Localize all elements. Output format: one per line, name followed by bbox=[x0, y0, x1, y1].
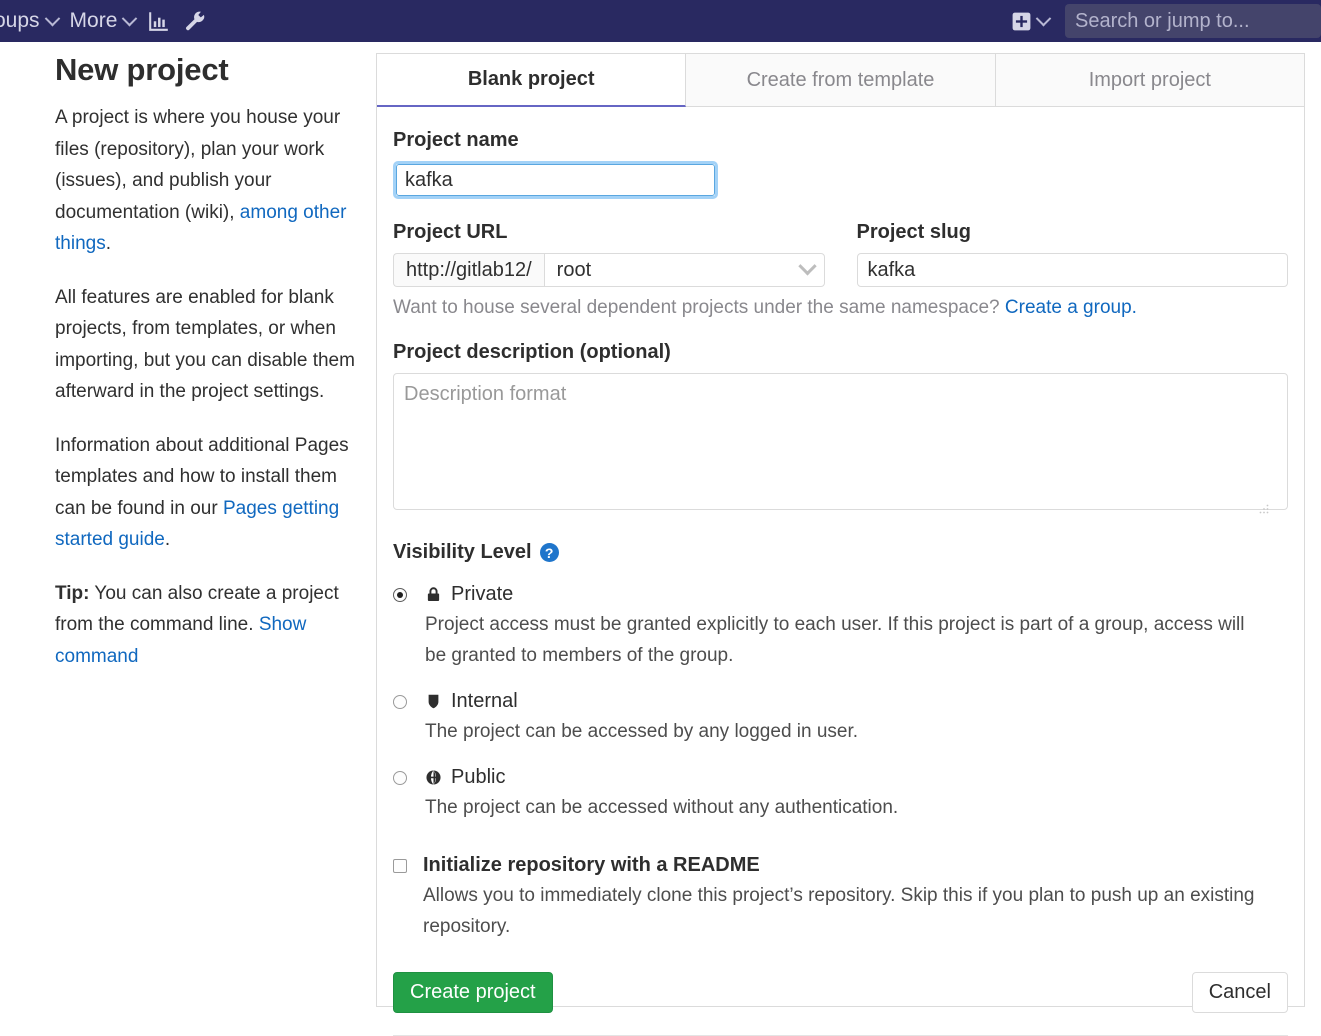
visibility-option-private[interactable]: Private Project access must be granted e… bbox=[393, 580, 1288, 671]
create-project-button[interactable]: Create project bbox=[393, 972, 553, 1013]
initialize-readme-checkbox[interactable] bbox=[393, 859, 407, 873]
project-slug-input[interactable] bbox=[856, 253, 1288, 287]
form-actions: Create project Cancel bbox=[393, 972, 1288, 1036]
shield-icon bbox=[425, 693, 442, 710]
tab-create-from-template[interactable]: Create from template bbox=[686, 54, 996, 106]
intro-paragraph-3-suffix: . bbox=[164, 529, 171, 550]
namespace-hint-text: Want to house several dependent projects… bbox=[393, 297, 1005, 318]
visibility-option-internal[interactable]: Internal The project can be accessed by … bbox=[393, 687, 1288, 747]
navbar-right-group bbox=[1006, 0, 1321, 42]
visibility-private-description: Project access must be granted explicitl… bbox=[425, 614, 1245, 666]
project-slug-label: Project slug bbox=[856, 221, 971, 243]
bar-chart-icon bbox=[149, 12, 169, 31]
new-project-panel: Blank project Create from template Impor… bbox=[376, 53, 1305, 1036]
visibility-public-body: Public The project can be accessed witho… bbox=[425, 763, 898, 823]
visibility-level-label: Visibility Level bbox=[393, 541, 532, 563]
url-and-slug-row: Project URL http://gitlab12/ root Projec… bbox=[393, 221, 1288, 287]
visibility-internal-title: Internal bbox=[451, 690, 518, 712]
chevron-down-icon bbox=[797, 256, 817, 275]
namespace-select[interactable]: root bbox=[543, 253, 825, 287]
initialize-readme-option[interactable]: Initialize repository with a README Allo… bbox=[393, 851, 1288, 942]
visibility-private-title-row: Private bbox=[425, 580, 1265, 609]
plus-square-icon bbox=[1012, 12, 1031, 30]
visibility-public-description: The project can be accessed without any … bbox=[425, 797, 899, 818]
new-project-form: Project name Project URL http://gitlab12… bbox=[377, 107, 1304, 1036]
project-url-input-group: http://gitlab12/ root bbox=[393, 253, 825, 287]
wrench-icon bbox=[186, 11, 205, 31]
visibility-radio-private[interactable] bbox=[393, 588, 407, 602]
visibility-internal-body: Internal The project can be accessed by … bbox=[425, 687, 858, 747]
intro-tip-paragraph: Tip: You can also create a project from … bbox=[55, 578, 355, 673]
lock-icon bbox=[425, 586, 442, 603]
page-intro-column: New project A project is where you house… bbox=[55, 52, 355, 694]
visibility-radio-internal[interactable] bbox=[393, 695, 407, 709]
globe-icon bbox=[425, 769, 442, 786]
chevron-down-icon bbox=[1035, 10, 1052, 26]
intro-paragraph-1-suffix: . bbox=[105, 233, 111, 254]
visibility-level-header: Visibility Level ? bbox=[393, 541, 1288, 564]
project-name-input[interactable] bbox=[396, 164, 715, 196]
project-description-textarea[interactable] bbox=[393, 373, 1288, 510]
visibility-private-title: Private bbox=[451, 583, 514, 605]
visibility-public-title-row: Public bbox=[425, 763, 898, 792]
tab-blank-project[interactable]: Blank project bbox=[377, 54, 687, 107]
visibility-internal-description: The project can be accessed by any logge… bbox=[425, 721, 859, 742]
project-type-tabs: Blank project Create from template Impor… bbox=[377, 54, 1304, 107]
project-url-prefix: http://gitlab12/ bbox=[393, 253, 544, 287]
question-circle-icon[interactable]: ? bbox=[539, 543, 559, 562]
project-description-label: Project description (optional) bbox=[393, 341, 671, 363]
visibility-internal-title-row: Internal bbox=[425, 687, 858, 716]
visibility-option-public[interactable]: Public The project can be accessed witho… bbox=[393, 763, 1288, 823]
initialize-readme-label: Initialize repository with a README bbox=[423, 854, 760, 876]
namespace-select-value: root bbox=[556, 258, 592, 281]
new-item-menu[interactable] bbox=[1006, 0, 1055, 42]
initialize-readme-body: Initialize repository with a README Allo… bbox=[423, 851, 1288, 942]
intro-paragraph-1: A project is where you house your files … bbox=[55, 102, 355, 260]
project-url-label: Project URL bbox=[393, 221, 508, 243]
admin-area-button[interactable] bbox=[177, 0, 213, 42]
initialize-readme-description: Allows you to immediately clone this pro… bbox=[423, 885, 1255, 937]
navbar-left-group: oups More bbox=[0, 0, 213, 42]
tab-import-project[interactable]: Import project bbox=[995, 54, 1304, 106]
project-slug-group: Project slug bbox=[856, 221, 1288, 287]
visibility-radio-public[interactable] bbox=[393, 771, 407, 785]
navbar-item-more[interactable]: More bbox=[64, 0, 142, 42]
project-name-label: Project name bbox=[393, 129, 519, 151]
cancel-button[interactable]: Cancel bbox=[1191, 972, 1288, 1013]
intro-paragraph-3: Information about additional Pages templ… bbox=[55, 430, 355, 556]
navbar-item-more-label: More bbox=[69, 9, 118, 32]
tip-label: Tip: bbox=[55, 582, 90, 604]
navbar-item-groups-label: oups bbox=[0, 9, 40, 32]
project-name-field-wrapper bbox=[393, 161, 718, 199]
project-url-group: Project URL http://gitlab12/ root bbox=[393, 221, 825, 287]
intro-paragraph-2: All features are enabled for blank proje… bbox=[55, 286, 355, 403]
search-input[interactable] bbox=[1065, 4, 1321, 38]
chevron-down-icon bbox=[44, 10, 60, 26]
navbar-item-groups[interactable]: oups bbox=[0, 0, 64, 42]
project-description-wrapper bbox=[393, 373, 1288, 515]
create-a-group-link[interactable]: Create a group. bbox=[1005, 297, 1137, 318]
visibility-public-title: Public bbox=[451, 766, 506, 788]
page-title: New project bbox=[55, 52, 229, 87]
namespace-hint: Want to house several dependent projects… bbox=[393, 297, 1288, 319]
visibility-private-body: Private Project access must be granted e… bbox=[425, 580, 1265, 671]
chevron-down-icon bbox=[122, 10, 138, 26]
top-navbar: oups More bbox=[0, 0, 1321, 42]
analytics-button[interactable] bbox=[141, 0, 177, 42]
